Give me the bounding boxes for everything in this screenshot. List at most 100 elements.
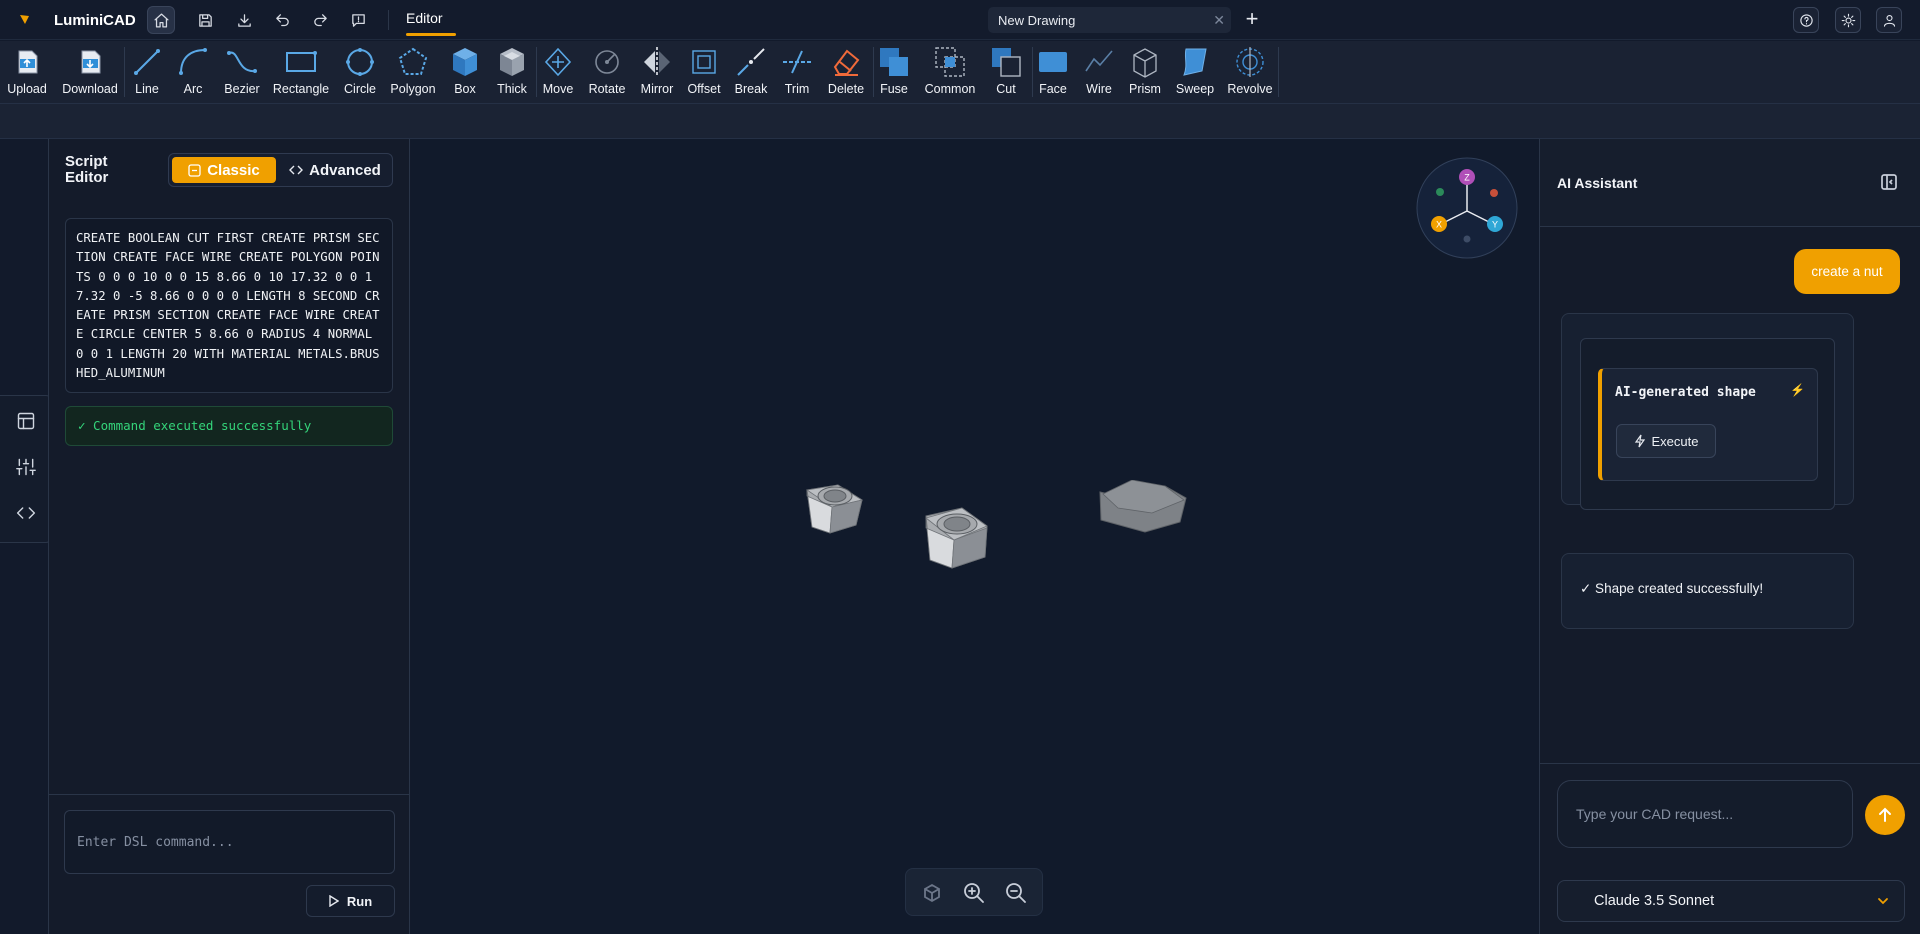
zoom-in-button[interactable] [962,881,986,905]
tool-trim[interactable]: Trim [780,45,814,101]
tool-sweep[interactable]: Sweep [1175,45,1215,101]
divider [124,47,125,97]
move-icon [544,47,572,77]
home-button[interactable] [147,6,175,34]
advanced-label: Advanced [309,161,381,179]
execute-button[interactable]: Execute [1616,424,1716,458]
bezier-icon [227,51,257,73]
bolt-icon: ⚡ [1790,383,1805,397]
divider [873,47,874,97]
drawing-name: New Drawing [998,13,1076,28]
run-button[interactable]: Run [306,885,395,917]
divider [1540,763,1920,764]
tool-mirror[interactable]: Mirror [637,45,677,101]
tool-break[interactable]: Break [733,45,769,101]
tool-rotate[interactable]: Rotate [587,45,627,101]
panel-collapse-icon [1881,174,1897,190]
cube-icon [924,883,940,903]
tool-circle[interactable]: Circle [342,45,378,101]
ai-response-card: AI-generated shape ⚡ Execute [1561,313,1854,510]
tool-label: Polygon [390,82,436,96]
advanced-mode-button[interactable]: Advanced [281,157,389,183]
undo-button[interactable] [268,6,296,34]
divider [49,794,409,795]
model-select[interactable]: Claude 3.5 Sonnet [1557,880,1905,922]
shape-title: AI-generated shape [1615,385,1756,400]
classic-mode-button[interactable]: Classic [172,157,276,183]
tool-label: Face [1039,82,1067,96]
tool-common[interactable]: Common [924,45,976,101]
line-icon [134,49,160,75]
tool-label: Rectangle [272,82,330,96]
tool-label: Circle [344,82,376,96]
tool-label: Bezier [224,82,260,96]
trim-icon [783,50,811,74]
export-button[interactable] [230,6,258,34]
code-button[interactable] [16,503,36,523]
tool-revolve[interactable]: Revolve [1227,45,1273,101]
mode-toggle: Classic Advanced [168,153,393,187]
axis-gizmo[interactable]: Z X Y [1416,157,1518,259]
tool-thick[interactable]: Thick [494,45,530,101]
account-button[interactable] [1876,7,1902,33]
hex-nut-model[interactable] [1099,480,1187,533]
tool-download[interactable]: Download [62,45,118,101]
tool-label: Delete [827,82,865,96]
redo-button[interactable] [306,6,334,34]
tab-drawing[interactable]: New Drawing ✕ [988,7,1231,33]
send-button[interactable] [1865,795,1905,835]
tool-label: Sweep [1175,82,1215,96]
tool-label: Upload [7,82,47,96]
thick-icon [500,48,524,76]
tool-label: Move [542,82,574,96]
tool-wire[interactable]: Wire [1082,45,1116,101]
tool-face[interactable]: Face [1036,45,1070,101]
tool-bezier[interactable]: Bezier [224,45,260,101]
tool-label: Box [454,82,476,96]
tool-line[interactable]: Line [130,45,164,101]
eraser-icon [833,49,860,76]
divider [388,10,389,30]
tool-upload[interactable]: Upload [7,45,47,101]
collapse-panel-button[interactable] [1880,173,1898,191]
tool-fuse[interactable]: Fuse [877,45,911,101]
properties-button[interactable] [16,457,36,477]
tool-rectangle[interactable]: Rectangle [272,45,330,101]
new-tab-button[interactable]: + [1240,8,1264,32]
theme-toggle-button[interactable] [1835,7,1861,33]
upload-icon [18,50,38,74]
cad-request-input[interactable] [1557,780,1853,848]
tool-prism[interactable]: Prism [1127,45,1163,101]
tool-label: Arc [183,82,203,96]
script-output[interactable]: CREATE BOOLEAN CUT FIRST CREATE PRISM SE… [65,218,393,393]
offset-icon [692,50,716,74]
side-rail [0,395,52,543]
revolve-icon [1236,47,1264,77]
feedback-button[interactable] [344,6,372,34]
close-tab-icon[interactable]: ✕ [1213,12,1225,29]
y-axis-label: Y [1492,220,1498,230]
dsl-command-input[interactable] [64,810,395,874]
tool-cut[interactable]: Cut [989,45,1023,101]
save-button[interactable] [191,6,219,34]
tool-arc[interactable]: Arc [176,45,210,101]
tool-offset[interactable]: Offset [687,45,721,101]
help-button[interactable] [1793,7,1819,33]
model-name: Claude 3.5 Sonnet [1594,893,1715,909]
model-objects[interactable] [780,480,1200,680]
hex-nut-model[interactable] [805,484,864,534]
tool-move[interactable]: Move [541,45,575,101]
tool-label: Wire [1086,82,1112,96]
redo-icon [313,13,327,26]
reset-view-button[interactable] [920,881,944,905]
status-message: ✓ Command executed successfully [65,406,393,446]
tool-polygon[interactable]: Polygon [389,45,437,101]
bolt-icon [1634,434,1645,448]
layout-button[interactable] [16,411,36,431]
tab-editor[interactable]: Editor [406,10,443,26]
hex-nut-model[interactable] [925,507,988,569]
zoom-out-button[interactable] [1004,881,1028,905]
tool-box[interactable]: Box [448,45,482,101]
prism-icon [1133,48,1157,78]
tool-delete[interactable]: Delete [826,45,866,101]
